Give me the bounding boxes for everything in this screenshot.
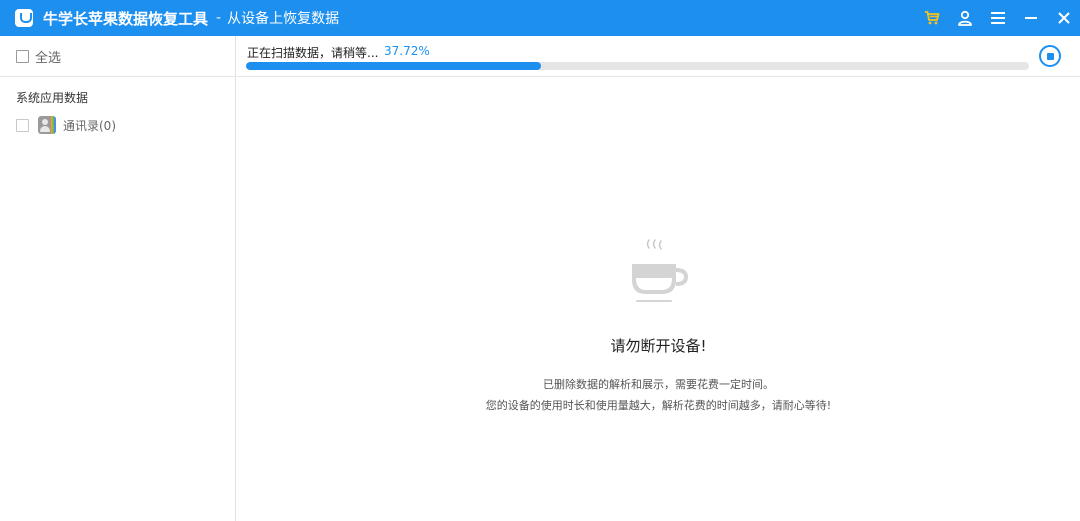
scan-status-text: 正在扫描数据，请稍等... <box>247 46 379 60</box>
sidebar-item-label[interactable]: 通讯录(0) <box>63 117 116 134</box>
window-controls <box>915 0 1080 36</box>
sidebar: 全选 系统应用数据 通讯录(0) <box>0 36 236 521</box>
menu-button[interactable] <box>981 0 1014 36</box>
description-line-2: 您的设备的使用时长和使用量越大，解析花费的时间越多，请耐心等待! <box>485 399 832 412</box>
warning-title: 请勿断开设备! <box>610 337 707 355</box>
menu-icon <box>990 12 1005 24</box>
progress-bar <box>246 62 1029 70</box>
title-bar: 牛学长苹果数据恢复工具 - 从设备上恢复数据 <box>0 0 1080 36</box>
cart-button[interactable] <box>915 0 948 36</box>
contacts-checkbox[interactable] <box>16 118 29 132</box>
window-subtitle: 从设备上恢复数据 <box>227 11 340 27</box>
select-all-label[interactable]: 全选 <box>35 47 61 66</box>
user-icon <box>957 10 972 26</box>
coffee-cup-icon <box>632 239 689 302</box>
minimize-icon <box>1024 17 1037 19</box>
waiting-area: 请勿断开设备! 已删除数据的解析和展示，需要花费一定时间。 您的设备的使用时长和… <box>237 77 1080 521</box>
app-logo-icon <box>15 9 33 27</box>
progress-bar-fill <box>246 62 542 70</box>
select-all-checkbox[interactable] <box>16 49 29 63</box>
account-button[interactable] <box>948 0 981 36</box>
scan-percent: 37.72% <box>384 44 430 58</box>
sidebar-item-contacts[interactable]: 通讯录(0) <box>16 116 116 134</box>
close-button[interactable] <box>1047 0 1080 36</box>
title-separator: - <box>216 10 222 26</box>
close-icon <box>1057 12 1070 24</box>
cart-icon <box>924 11 939 25</box>
main-panel: 正在扫描数据，请稍等... 37.72% 请勿断开设备! 已删除数据的解析和展示… <box>237 36 1080 521</box>
scan-progress-header: 正在扫描数据，请稍等... 37.72% <box>237 36 1080 77</box>
description-line-1: 已删除数据的解析和展示，需要花费一定时间。 <box>543 378 774 391</box>
stop-scan-button[interactable] <box>1039 45 1061 67</box>
select-all-row[interactable]: 全选 <box>0 36 235 77</box>
category-group-label: 系统应用数据 <box>16 91 89 105</box>
minimize-button[interactable] <box>1014 0 1047 36</box>
contacts-icon <box>38 116 56 134</box>
app-title: 牛学长苹果数据恢复工具 <box>43 9 209 28</box>
